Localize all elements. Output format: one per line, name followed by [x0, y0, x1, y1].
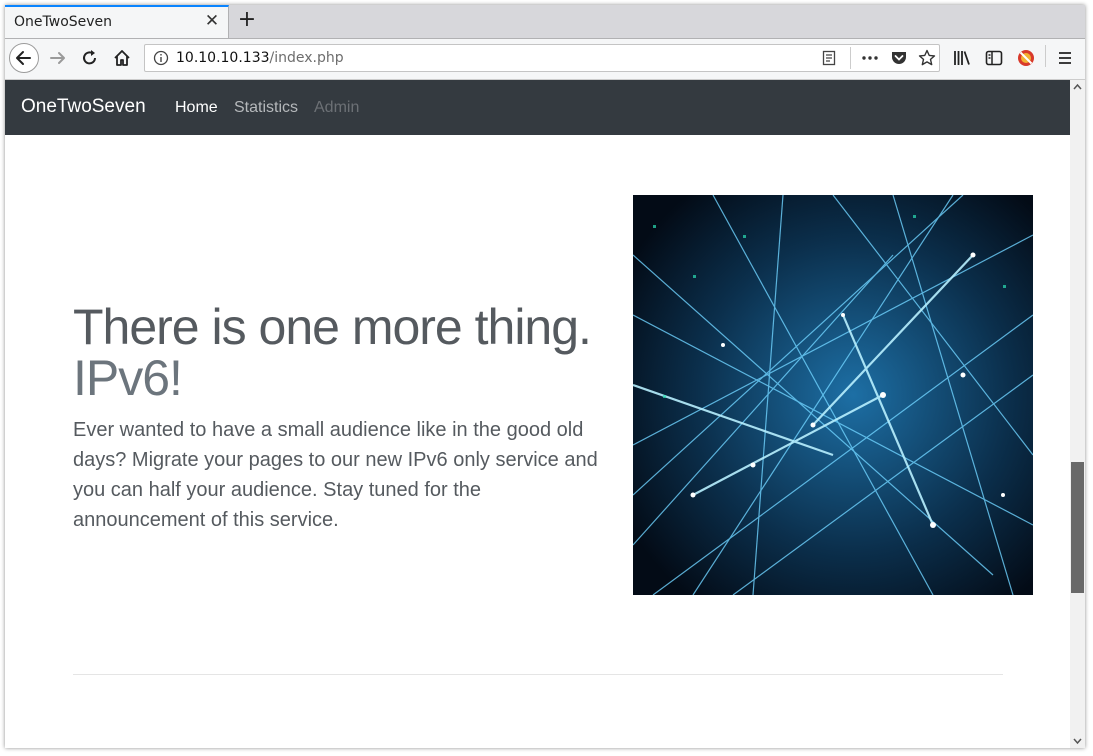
hero-headline-line2: IPv6!	[73, 350, 183, 406]
forward-icon[interactable]	[48, 48, 68, 68]
tab-onetwoseven[interactable]: OneTwoSeven ✕	[5, 5, 229, 38]
hero-lead: Ever wanted to have a small audience lik…	[73, 419, 598, 531]
toolbar-separator	[1045, 45, 1046, 67]
site-info-icon[interactable]	[153, 50, 169, 66]
scroll-up-icon[interactable]	[1070, 80, 1085, 94]
new-tab-icon[interactable]: +	[235, 8, 259, 32]
pocket-icon[interactable]	[890, 50, 908, 66]
nav-link-home[interactable]: Home	[175, 99, 218, 117]
browser-window: OneTwoSeven ✕ + 10.10.10.133/index.php O…	[5, 5, 1085, 748]
navbar-brand[interactable]: OneTwoSeven	[21, 96, 146, 118]
back-icon	[16, 51, 31, 65]
tab-title: OneTwoSeven	[14, 14, 113, 30]
tab-strip: OneTwoSeven ✕ +	[5, 5, 1085, 39]
home-icon[interactable]	[112, 48, 132, 68]
url-bar[interactable]: 10.10.10.133/index.php	[144, 44, 940, 72]
url-path: /index.php	[269, 50, 344, 66]
network-hero-image	[633, 195, 1033, 595]
noscript-icon[interactable]	[1016, 48, 1036, 68]
vertical-scrollbar[interactable]	[1070, 80, 1085, 748]
close-icon[interactable]: ✕	[203, 12, 221, 30]
nav-link-statistics[interactable]: Statistics	[234, 99, 298, 117]
nav-toolbar: 10.10.10.133/index.php	[5, 39, 1085, 80]
scroll-thumb[interactable]	[1071, 462, 1084, 593]
hero-headline-line1: There is one more thing.	[73, 299, 592, 355]
site-navbar: OneTwoSeven Home Statistics Admin	[5, 80, 1070, 135]
sidebar-icon[interactable]	[984, 48, 1004, 68]
page-actions-icon[interactable]	[861, 50, 879, 66]
library-icon[interactable]	[952, 48, 972, 68]
urlbar-separator	[850, 47, 851, 69]
url-text[interactable]: 10.10.10.133/index.php	[176, 50, 344, 66]
nav-link-admin[interactable]: Admin	[314, 99, 359, 117]
reader-view-icon[interactable]	[821, 50, 837, 66]
scroll-down-icon[interactable]	[1070, 734, 1085, 748]
bookmark-star-icon[interactable]	[918, 49, 936, 67]
menu-icon[interactable]	[1055, 48, 1075, 68]
page-viewport: OneTwoSeven Home Statistics Admin There …	[5, 80, 1070, 748]
hero-headline: There is one more thing. IPv6!	[73, 302, 633, 404]
reload-icon[interactable]	[80, 48, 100, 68]
section-divider	[73, 674, 1003, 675]
back-button[interactable]	[9, 43, 39, 73]
url-host: 10.10.10.133	[176, 50, 270, 66]
